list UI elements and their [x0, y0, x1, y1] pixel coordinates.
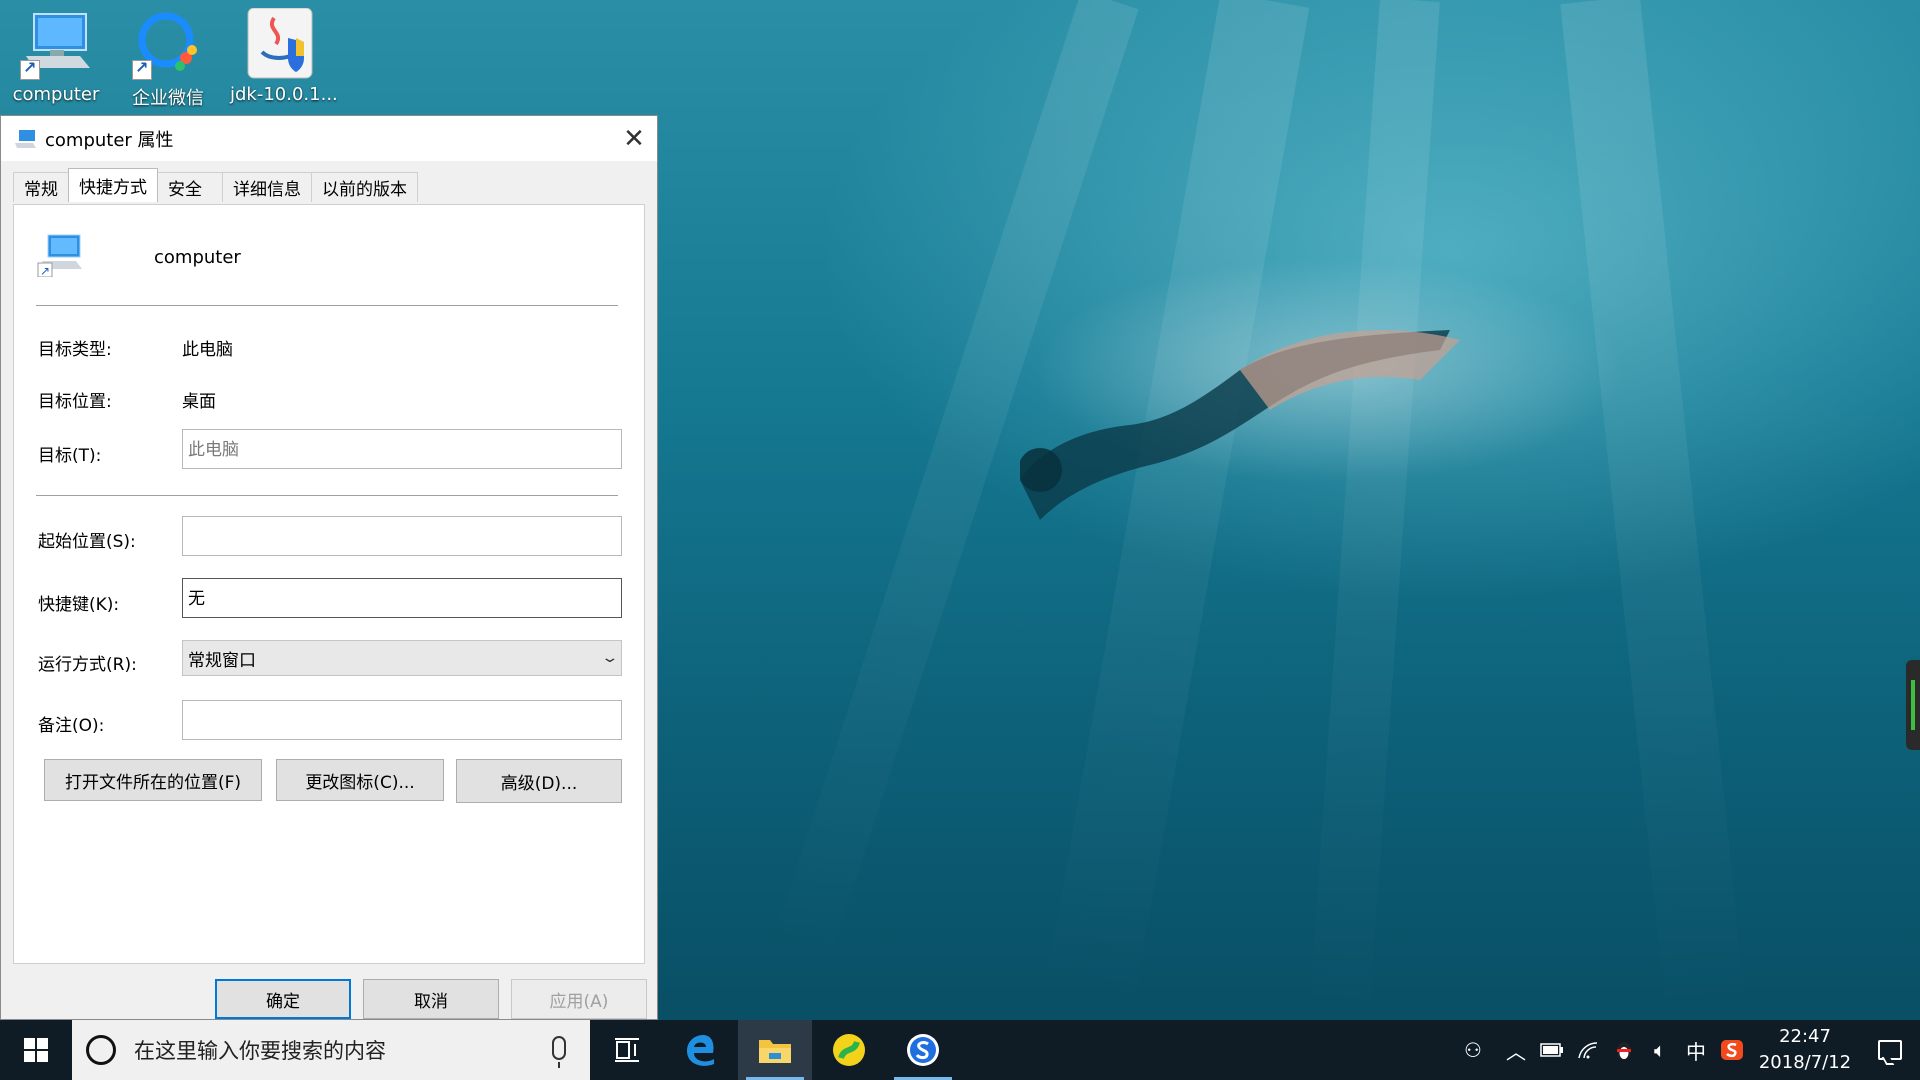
start-in-label: 起始位置(S): — [38, 532, 136, 552]
ok-button[interactable]: 确定 — [215, 979, 351, 1019]
browser-s-icon — [907, 1034, 939, 1066]
search-box[interactable]: 在这里输入你要搜索的内容 — [72, 1020, 590, 1080]
sogou-browser-taskbar-button[interactable] — [886, 1020, 960, 1080]
search-placeholder: 在这里输入你要搜索的内容 — [134, 1039, 386, 1063]
ime-mode-button[interactable]: 中 — [1678, 1020, 1714, 1080]
computer-shortcut-icon: ↗ — [37, 234, 82, 277]
java-installer-icon — [244, 7, 316, 80]
music-app-icon — [833, 1034, 865, 1066]
tab-shortcut[interactable]: 快捷方式 — [68, 168, 158, 202]
file-explorer-taskbar-button[interactable] — [738, 1020, 812, 1080]
task-view-icon — [615, 1038, 639, 1062]
tab-bar: 常规 快捷方式 安全 详细信息 以前的版本 — [13, 168, 418, 202]
tab-details[interactable]: 详细信息 — [222, 172, 312, 202]
qq-tray-button[interactable] — [1606, 1020, 1642, 1080]
target-location-label: 目标位置: — [38, 392, 112, 412]
target-label: 目标(T): — [38, 446, 102, 466]
target-type-label: 目标类型: — [38, 340, 112, 360]
shortcut-panel: ↗ computer 目标类型: 此电脑 目标位置: 桌面 目标(T): 此电脑… — [13, 204, 645, 964]
network-button[interactable] — [1570, 1020, 1606, 1080]
action-center-button[interactable] — [1860, 1020, 1920, 1080]
run-select-value: 常规窗口 — [188, 650, 256, 671]
comment-label: 备注(O): — [38, 716, 105, 736]
people-button[interactable]: ⚇ — [1448, 1020, 1498, 1080]
change-icon-button[interactable]: 更改图标(C)... — [276, 759, 444, 801]
notification-icon — [1878, 1040, 1902, 1060]
open-file-location-button[interactable]: 打开文件所在的位置(F) — [44, 759, 262, 801]
advanced-button[interactable]: 高级(D)... — [456, 759, 622, 803]
side-handle-widget[interactable] — [1906, 660, 1920, 750]
shortcut-arrow-icon — [20, 58, 40, 80]
qq-penguin-icon — [1617, 1042, 1631, 1060]
microphone-icon[interactable] — [552, 1036, 566, 1068]
comment-field[interactable] — [182, 700, 622, 740]
folder-icon — [759, 1040, 791, 1063]
wifi-icon — [1578, 1042, 1598, 1059]
desktop-icon-computer[interactable]: computer — [6, 8, 106, 105]
run-label: 运行方式(R): — [38, 655, 137, 675]
start-in-field[interactable] — [182, 516, 622, 556]
start-button[interactable] — [0, 1020, 72, 1080]
chevron-up-icon: ︿ — [1506, 1039, 1526, 1064]
computer-shortcut-icon — [20, 8, 92, 80]
edge-icon — [687, 1035, 714, 1066]
target-field[interactable]: 此电脑 — [182, 429, 622, 469]
separator — [36, 305, 618, 306]
shortcut-name: computer — [154, 247, 241, 268]
cancel-button[interactable]: 取消 — [363, 979, 499, 1019]
people-icon: ⚇ — [1464, 1038, 1482, 1062]
shortcut-arrow-icon — [132, 58, 152, 80]
show-hidden-icons-button[interactable]: ︿ — [1498, 1020, 1534, 1080]
taskbar: 在这里输入你要搜索的内容 ⚇ ︿ 🔈︎ 中 22:47 2018/7/12 — [0, 1020, 1920, 1080]
desktop-icon-wecom[interactable]: 企业微信 — [118, 8, 218, 110]
dialog-titlebar[interactable]: computer 属性 — [1, 116, 657, 161]
system-tray: ⚇ ︿ 🔈︎ 中 22:47 2018/7/12 — [1448, 1020, 1920, 1080]
desktop-icon-label: jdk-10.0.1... — [230, 84, 338, 105]
hotkey-label: 快捷键(K): — [38, 595, 120, 615]
volume-button[interactable]: 🔈︎ — [1642, 1020, 1678, 1080]
dialog-title: computer 属性 — [45, 129, 174, 151]
battery-icon — [1540, 1043, 1563, 1057]
target-location-value: 桌面 — [182, 392, 216, 412]
svg-text:↗: ↗ — [40, 264, 50, 277]
desktop-icon-label: computer — [12, 84, 100, 105]
cortana-icon — [86, 1035, 116, 1065]
close-button[interactable]: ✕ — [611, 116, 657, 161]
run-select[interactable]: 常规窗口 ⌄ — [182, 640, 622, 676]
apply-button[interactable]: 应用(A) — [511, 979, 647, 1019]
desktop-icon-label: 企业微信 — [132, 88, 204, 109]
desktop-icon-jdk[interactable]: jdk-10.0.1... — [230, 7, 338, 105]
hotkey-field[interactable]: 无 — [182, 578, 622, 618]
clock-date: 2018/7/12 — [1758, 1052, 1852, 1073]
target-type-value: 此电脑 — [182, 340, 233, 360]
properties-dialog: computer 属性 ✕ 常规 快捷方式 安全 详细信息 以前的版本 ↗ co… — [0, 115, 658, 1020]
edge-taskbar-button[interactable] — [664, 1020, 738, 1080]
task-view-button[interactable] — [590, 1020, 664, 1080]
computer-small-icon — [15, 129, 36, 148]
qq-music-taskbar-button[interactable] — [812, 1020, 886, 1080]
wecom-icon — [132, 8, 204, 80]
battery-button[interactable] — [1534, 1020, 1570, 1080]
diver-wallpaper-image — [1020, 330, 1460, 520]
chevron-down-icon: ⌄ — [600, 650, 620, 666]
windows-logo-icon — [24, 1038, 48, 1062]
clock[interactable]: 22:47 2018/7/12 — [1750, 1024, 1860, 1076]
tab-previous-versions[interactable]: 以前的版本 — [311, 172, 418, 202]
tab-security[interactable]: 安全 — [157, 172, 223, 202]
speaker-icon: 🔈︎ — [1654, 1038, 1666, 1062]
clock-time: 22:47 — [1779, 1026, 1831, 1047]
sogou-ime-icon — [1721, 1040, 1743, 1060]
light-ray — [1560, 0, 1747, 1019]
tab-general[interactable]: 常规 — [13, 172, 69, 202]
sogou-ime-button[interactable] — [1714, 1020, 1750, 1080]
separator — [36, 495, 618, 496]
close-icon: ✕ — [623, 123, 645, 154]
